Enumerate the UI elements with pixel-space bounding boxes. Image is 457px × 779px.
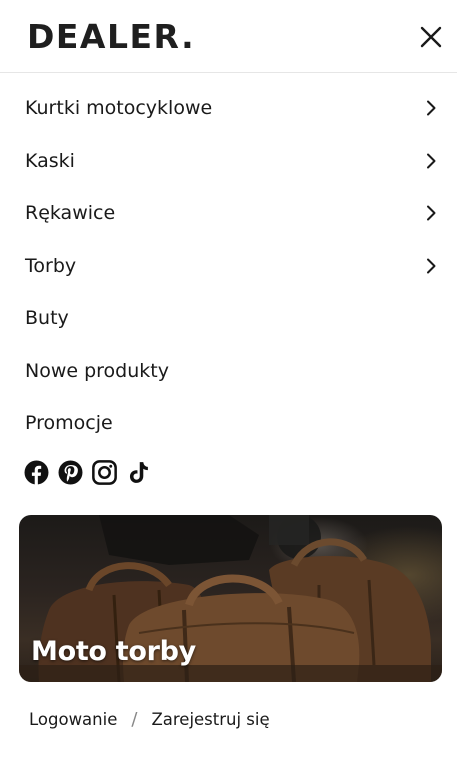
menu-item-kurtki[interactable]: Kurtki motocyklowe xyxy=(0,82,457,135)
pinterest-icon xyxy=(58,460,83,485)
tiktok-link[interactable] xyxy=(126,460,151,485)
header: DEALER. xyxy=(0,0,457,73)
menu-item-label: Torby xyxy=(25,254,77,277)
menu-item-label: Rękawice xyxy=(25,202,116,225)
menu-item-rekawice[interactable]: Rękawice xyxy=(0,187,457,240)
close-icon xyxy=(420,26,442,48)
menu-item-kaski[interactable]: Kaski xyxy=(0,135,457,188)
close-button[interactable] xyxy=(416,22,446,52)
login-link[interactable]: Logowanie xyxy=(29,710,117,729)
menu-item-promocje[interactable]: Promocje xyxy=(0,397,457,450)
register-link[interactable]: Zarejestruj się xyxy=(151,710,269,729)
auth-links: Logowanie / Zarejestruj się xyxy=(29,707,270,731)
menu-item-buty[interactable]: Buty xyxy=(0,292,457,345)
menu-item-label: Kurtki motocyklowe xyxy=(25,97,213,120)
pinterest-link[interactable] xyxy=(58,460,83,485)
facebook-icon xyxy=(24,460,49,485)
logo[interactable]: DEALER. xyxy=(27,17,195,57)
chevron-right-icon xyxy=(427,205,436,221)
facebook-link[interactable] xyxy=(24,460,49,485)
menu-item-label: Kaski xyxy=(25,149,75,172)
social-links xyxy=(24,460,151,486)
promo-banner[interactable]: Moto torby xyxy=(19,515,442,682)
menu-item-label: Nowe produkty xyxy=(25,359,169,382)
menu-item-label: Promocje xyxy=(25,412,113,435)
instagram-icon xyxy=(92,460,117,485)
chevron-right-icon xyxy=(427,100,436,116)
banner-title: Moto torby xyxy=(31,636,196,667)
auth-separator: / xyxy=(131,708,138,730)
menu-item-torby[interactable]: Torby xyxy=(0,240,457,293)
menu-item-nowe-produkty[interactable]: Nowe produkty xyxy=(0,345,457,398)
chevron-right-icon xyxy=(427,258,436,274)
tiktok-icon xyxy=(129,462,148,483)
chevron-right-icon xyxy=(427,153,436,169)
nav-menu: Kurtki motocyklowe Kaski Rękawice Torby … xyxy=(0,82,457,450)
menu-item-label: Buty xyxy=(25,307,69,330)
instagram-link[interactable] xyxy=(92,460,117,485)
